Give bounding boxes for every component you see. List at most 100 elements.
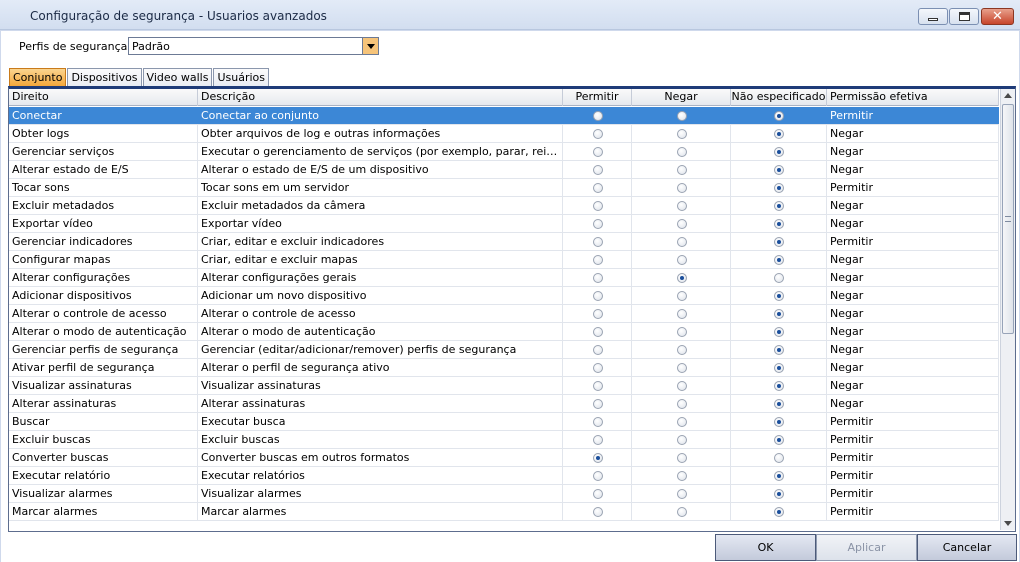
deny-radio[interactable] <box>677 381 687 391</box>
column-header[interactable]: Não especificado <box>731 89 827 106</box>
unspecified-radio[interactable] <box>774 381 784 391</box>
table-row[interactable]: Alterar o controle de acesso Alterar o co… <box>9 305 999 323</box>
unspecified-radio[interactable] <box>774 111 784 121</box>
unspecified-radio[interactable] <box>774 201 784 211</box>
column-header[interactable]: Descrição <box>198 89 563 106</box>
allow-radio[interactable] <box>593 417 603 427</box>
allow-radio[interactable] <box>593 399 603 409</box>
table-row[interactable]: Visualizar assinaturas Visualizar assinat… <box>9 377 999 395</box>
unspecified-radio[interactable] <box>774 309 784 319</box>
deny-radio[interactable] <box>677 327 687 337</box>
deny-radio[interactable] <box>677 237 687 247</box>
deny-radio[interactable] <box>677 309 687 319</box>
table-row[interactable]: Conectar Conectar ao conjunto Permitir <box>9 107 999 125</box>
column-header[interactable]: Permitir <box>563 89 632 106</box>
allow-radio[interactable] <box>593 471 603 481</box>
unspecified-radio[interactable] <box>774 237 784 247</box>
table-row[interactable]: Executar relatório Executar relatórios Per… <box>9 467 999 485</box>
unspecified-radio[interactable] <box>774 255 784 265</box>
deny-radio[interactable] <box>677 183 687 193</box>
unspecified-radio[interactable] <box>774 435 784 445</box>
allow-radio[interactable] <box>593 381 603 391</box>
table-row[interactable]: Excluir metadados Excluir metadados da câ… <box>9 197 999 215</box>
allow-radio[interactable] <box>593 363 603 373</box>
allow-radio[interactable] <box>593 507 603 517</box>
table-row[interactable]: Marcar alarmes Marcar alarmes Permitir <box>9 503 999 521</box>
allow-radio[interactable] <box>593 129 603 139</box>
deny-radio[interactable] <box>677 219 687 229</box>
deny-radio[interactable] <box>677 417 687 427</box>
deny-radio[interactable] <box>677 291 687 301</box>
minimize-button[interactable] <box>918 8 948 25</box>
unspecified-radio[interactable] <box>774 453 784 463</box>
table-row[interactable]: Buscar Executar busca Permitir <box>9 413 999 431</box>
unspecified-radio[interactable] <box>774 219 784 229</box>
apply-button[interactable]: Aplicar <box>816 534 917 561</box>
table-row[interactable]: Gerenciar serviços Executar o gerenciamen… <box>9 143 999 161</box>
unspecified-radio[interactable] <box>774 291 784 301</box>
allow-radio[interactable] <box>593 219 603 229</box>
deny-radio[interactable] <box>677 399 687 409</box>
allow-radio[interactable] <box>593 255 603 265</box>
cancel-button[interactable]: Cancelar <box>917 534 1017 561</box>
deny-radio[interactable] <box>677 147 687 157</box>
allow-radio[interactable] <box>593 327 603 337</box>
deny-radio[interactable] <box>677 255 687 265</box>
vertical-scrollbar[interactable] <box>1000 89 1015 530</box>
unspecified-radio[interactable] <box>774 471 784 481</box>
allow-radio[interactable] <box>593 147 603 157</box>
tab-usu-rios[interactable]: Usuários <box>213 68 269 87</box>
allow-radio[interactable] <box>593 111 603 121</box>
profile-dropdown-button[interactable] <box>362 37 379 55</box>
table-row[interactable]: Gerenciar indicadores Criar, editar e exc… <box>9 233 999 251</box>
profile-select[interactable]: Padrão <box>128 37 379 55</box>
unspecified-radio[interactable] <box>774 129 784 139</box>
table-row[interactable]: Alterar configurações Alterar configuraçõ… <box>9 269 999 287</box>
unspecified-radio[interactable] <box>774 363 784 373</box>
table-row[interactable]: Alterar estado de E/S Alterar o estado de… <box>9 161 999 179</box>
table-row[interactable]: Visualizar alarmes Visualizar alarmes Perm… <box>9 485 999 503</box>
ok-button[interactable]: OK <box>715 534 816 561</box>
scroll-up-icon[interactable] <box>1004 93 1012 98</box>
allow-radio[interactable] <box>593 435 603 445</box>
scroll-thumb[interactable] <box>1002 104 1014 334</box>
deny-radio[interactable] <box>677 489 687 499</box>
unspecified-radio[interactable] <box>774 147 784 157</box>
close-button[interactable]: ✕ <box>981 8 1014 25</box>
unspecified-radio[interactable] <box>774 183 784 193</box>
column-header[interactable]: Permissão efetiva <box>827 89 999 106</box>
tab-dispositivos[interactable]: Dispositivos <box>67 68 142 87</box>
table-row[interactable]: Obter logs Obter arquivos de log e outras… <box>9 125 999 143</box>
deny-radio[interactable] <box>677 111 687 121</box>
table-row[interactable]: Adicionar dispositivos Adicionar um novo … <box>9 287 999 305</box>
unspecified-radio[interactable] <box>774 327 784 337</box>
allow-radio[interactable] <box>593 489 603 499</box>
table-row[interactable]: Exportar vídeo Exportar vídeo Negar <box>9 215 999 233</box>
unspecified-radio[interactable] <box>774 165 784 175</box>
allow-radio[interactable] <box>593 183 603 193</box>
table-row[interactable]: Tocar sons Tocar sons em um servidor Permi… <box>9 179 999 197</box>
allow-radio[interactable] <box>593 345 603 355</box>
unspecified-radio[interactable] <box>774 399 784 409</box>
allow-radio[interactable] <box>593 201 603 211</box>
unspecified-radio[interactable] <box>774 489 784 499</box>
table-row[interactable]: Ativar perfil de segurança Alterar o perf… <box>9 359 999 377</box>
tab-conjunto[interactable]: Conjunto <box>9 68 67 87</box>
allow-radio[interactable] <box>593 273 603 283</box>
deny-radio[interactable] <box>677 507 687 517</box>
deny-radio[interactable] <box>677 453 687 463</box>
deny-radio[interactable] <box>677 165 687 175</box>
unspecified-radio[interactable] <box>774 507 784 517</box>
table-row[interactable]: Configurar mapas Criar, editar e excluir … <box>9 251 999 269</box>
table-row[interactable]: Alterar o modo de autenticação Alterar o … <box>9 323 999 341</box>
allow-radio[interactable] <box>593 309 603 319</box>
allow-radio[interactable] <box>593 237 603 247</box>
scroll-down-icon[interactable] <box>1004 521 1012 526</box>
column-header[interactable]: Direito <box>9 89 198 106</box>
allow-radio[interactable] <box>593 291 603 301</box>
deny-radio[interactable] <box>677 201 687 211</box>
table-row[interactable]: Converter buscas Converter buscas em outr… <box>9 449 999 467</box>
allow-radio[interactable] <box>593 165 603 175</box>
column-header[interactable]: Negar <box>632 89 731 106</box>
unspecified-radio[interactable] <box>774 417 784 427</box>
